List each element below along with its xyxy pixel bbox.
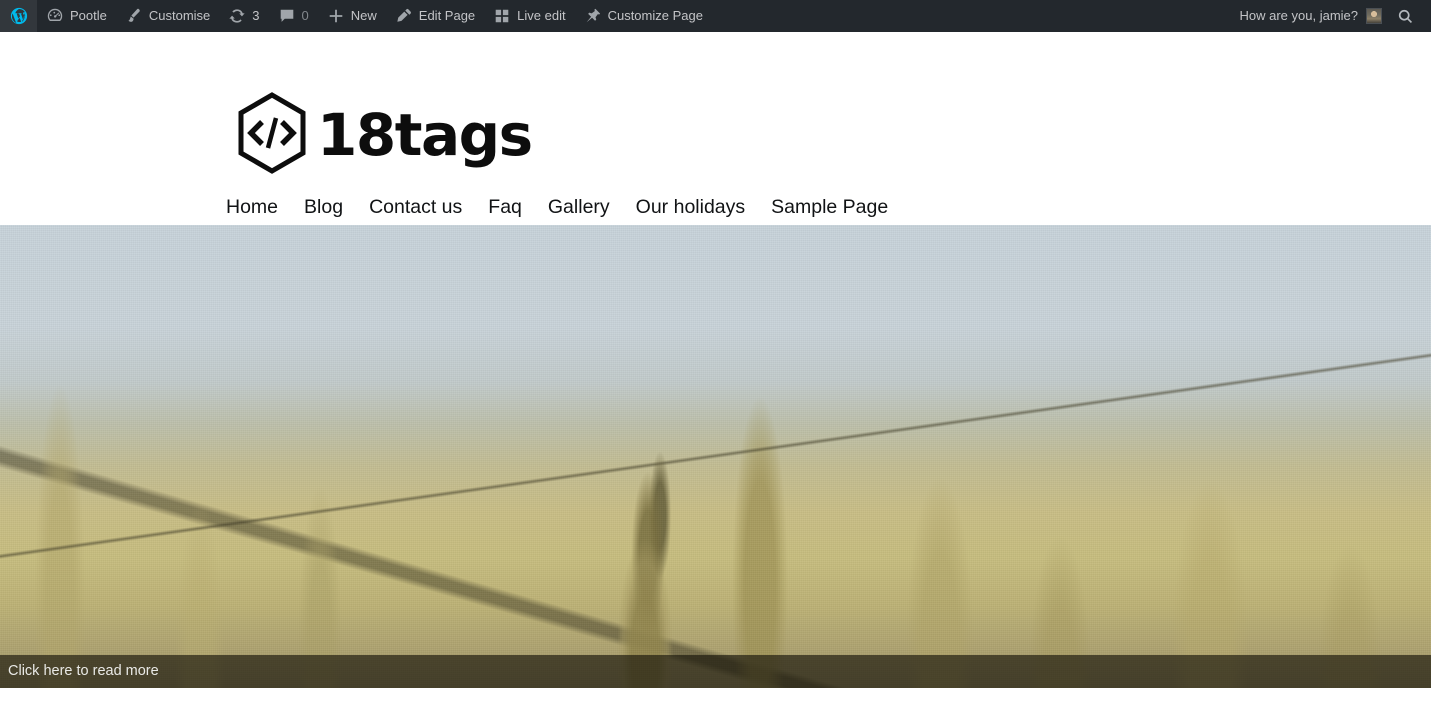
admin-bar-item-live-edit[interactable]: Live edit (484, 0, 574, 32)
admin-bar-my-account[interactable]: How are you, jamie? (1231, 0, 1387, 32)
grid-icon (493, 7, 511, 25)
admin-bar-label-edit-page: Edit Page (418, 8, 476, 23)
nav-item-contact-us[interactable]: Contact us (369, 193, 488, 221)
nav-item-our-holidays[interactable]: Our holidays (636, 193, 771, 221)
hero-image (0, 225, 1431, 688)
admin-bar-label-customize-page: Customize Page (607, 8, 703, 23)
pushpin-icon (584, 7, 602, 25)
admin-bar-label-pootle: Pootle (70, 8, 107, 23)
wordpress-logo-button[interactable] (0, 0, 37, 32)
comment-icon (278, 7, 296, 25)
admin-bar-item-updates[interactable]: 3 (219, 0, 268, 32)
admin-bar-comments-count: 0 (301, 8, 309, 23)
wordpress-icon (10, 7, 28, 25)
admin-bar-item-comments[interactable]: 0 (269, 0, 318, 32)
nav-item-blog[interactable]: Blog (304, 193, 369, 221)
admin-bar-label-customise: Customise (148, 8, 211, 23)
wp-admin-bar: Pootle Customise 3 0 New Edit Page Live … (0, 0, 1431, 32)
nav-item-faq[interactable]: Faq (488, 193, 548, 221)
nav-item-sample-page[interactable]: Sample Page (771, 193, 888, 221)
plus-icon (327, 7, 345, 25)
admin-bar-item-customise[interactable]: Customise (116, 0, 219, 32)
admin-bar-updates-count: 3 (252, 8, 260, 23)
nav-item-gallery[interactable]: Gallery (548, 193, 636, 221)
site-header: 18tags Home Blog Contact us Faq Gallery … (0, 32, 1431, 280)
code-hexagon-icon (237, 92, 307, 174)
paintbrush-icon (125, 7, 143, 25)
avatar (1366, 8, 1382, 24)
main-navigation: Home Blog Contact us Faq Gallery Our hol… (226, 193, 888, 221)
admin-bar-right-group: How are you, jamie? (1231, 0, 1431, 32)
site-logo-link[interactable]: 18tags (237, 92, 533, 174)
nav-item-home[interactable]: Home (226, 193, 304, 221)
admin-bar-left-group: Pootle Customise 3 0 New Edit Page Live … (0, 0, 712, 32)
pencil-icon (395, 7, 413, 25)
hero-caption-bar[interactable]: Click here to read more (0, 655, 1431, 688)
admin-bar-item-edit-page[interactable]: Edit Page (386, 0, 484, 32)
site-title: 18tags (317, 101, 533, 169)
updates-icon (228, 7, 246, 25)
admin-bar-item-new[interactable]: New (318, 0, 386, 32)
hero-caption-text: Click here to read more (8, 663, 159, 680)
admin-bar-label-live-edit: Live edit (517, 8, 566, 23)
admin-bar-label-new: New (350, 8, 377, 23)
dashboard-icon (46, 7, 64, 25)
admin-bar-greeting: How are you, jamie? (1239, 8, 1359, 23)
admin-bar-item-customize-page[interactable]: Customize Page (575, 0, 712, 32)
hero-slider[interactable]: Click here to read more (0, 225, 1431, 688)
admin-bar-search-button[interactable] (1386, 0, 1425, 32)
search-icon (1398, 9, 1413, 23)
admin-bar-item-pootle[interactable]: Pootle (37, 0, 116, 32)
